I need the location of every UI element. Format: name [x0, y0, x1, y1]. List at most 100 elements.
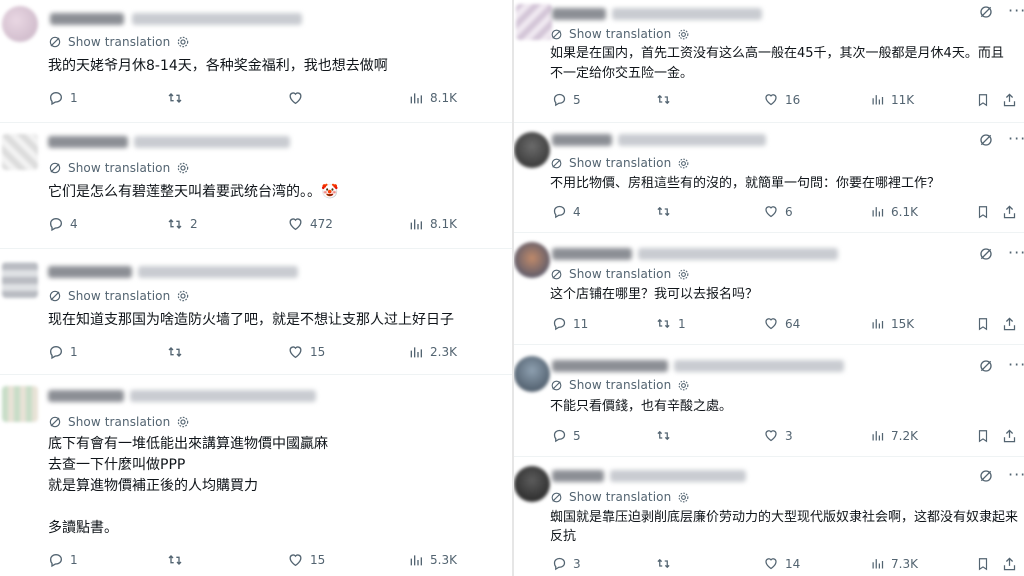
- views-button[interactable]: 7.3K: [870, 556, 918, 571]
- like-button[interactable]: [287, 90, 310, 106]
- reply-button[interactable]: 1: [48, 552, 78, 568]
- share-button[interactable]: [1002, 428, 1017, 444]
- show-translation-link[interactable]: Show translation: [550, 27, 690, 41]
- share-button[interactable]: [1002, 556, 1017, 572]
- like-button[interactable]: 64: [763, 316, 800, 331]
- user-name[interactable]: [552, 8, 606, 20]
- reply-post[interactable]: Show translation 底下有會有一堆低能出來講算進物價中國贏麻 去查…: [0, 374, 512, 576]
- reply-button[interactable]: 1: [48, 344, 78, 360]
- show-translation-link[interactable]: Show translation: [550, 267, 690, 281]
- repost-button[interactable]: [655, 556, 678, 571]
- user-name[interactable]: [552, 134, 612, 146]
- user-handle[interactable]: [134, 136, 290, 148]
- user-handle[interactable]: [610, 470, 746, 482]
- gear-icon[interactable]: [677, 379, 690, 392]
- user-handle[interactable]: [618, 134, 766, 146]
- user-avatar[interactable]: [2, 262, 38, 298]
- like-button[interactable]: 15: [287, 552, 325, 568]
- show-translation-link[interactable]: Show translation: [550, 490, 690, 504]
- user-name[interactable]: [48, 266, 132, 278]
- user-name[interactable]: [48, 136, 128, 148]
- user-handle[interactable]: [612, 8, 762, 20]
- bookmark-button[interactable]: [976, 428, 990, 444]
- share-button[interactable]: [1002, 204, 1017, 220]
- grok-icon[interactable]: [978, 468, 994, 484]
- user-handle[interactable]: [638, 248, 838, 260]
- bookmark-button[interactable]: [976, 316, 990, 332]
- user-name[interactable]: [552, 360, 668, 372]
- repost-button[interactable]: 2: [166, 216, 198, 232]
- share-button[interactable]: [1002, 92, 1017, 108]
- gear-icon[interactable]: [677, 268, 690, 281]
- repost-button[interactable]: 1: [655, 316, 686, 331]
- user-avatar[interactable]: [514, 356, 550, 392]
- gear-icon[interactable]: [176, 415, 190, 429]
- reply-post[interactable]: ··· Show translation 不用比物價、房租這些有的沒的，就簡單一…: [514, 122, 1024, 233]
- user-avatar[interactable]: [516, 4, 552, 40]
- bookmark-button[interactable]: [976, 204, 990, 220]
- more-options-icon[interactable]: ···: [1008, 3, 1024, 20]
- show-translation-link[interactable]: Show translation: [48, 289, 190, 303]
- views-button[interactable]: 2.3K: [408, 344, 457, 360]
- repost-button[interactable]: [655, 204, 678, 219]
- show-translation-link[interactable]: Show translation: [48, 35, 190, 49]
- like-button[interactable]: 16: [763, 92, 800, 107]
- share-button[interactable]: [1002, 316, 1017, 332]
- grok-icon[interactable]: [978, 246, 994, 262]
- user-name[interactable]: [48, 390, 124, 402]
- gear-icon[interactable]: [677, 157, 690, 170]
- show-translation-link[interactable]: Show translation: [550, 378, 690, 392]
- user-avatar[interactable]: [2, 134, 38, 170]
- reply-post[interactable]: ··· Show translation 不能只看價錢，也有辛酸之處。 5 3: [514, 344, 1024, 457]
- views-button[interactable]: 8.1K: [408, 90, 457, 106]
- repost-button[interactable]: [166, 90, 190, 106]
- user-handle[interactable]: [130, 390, 316, 402]
- reply-post[interactable]: Show translation 我的天姥爷月休8-14天，各种奖金福利，我也想…: [0, 0, 512, 123]
- show-translation-link[interactable]: Show translation: [48, 161, 190, 175]
- bookmark-button[interactable]: [976, 556, 990, 572]
- reply-post[interactable]: ··· Show translation 这个店铺在哪里？我可以去报名吗？ 11…: [514, 232, 1024, 345]
- reply-button[interactable]: 5: [552, 92, 581, 107]
- like-button[interactable]: 3: [763, 428, 793, 443]
- user-avatar[interactable]: [514, 466, 550, 502]
- grok-icon[interactable]: [978, 132, 994, 148]
- repost-button[interactable]: [166, 344, 190, 360]
- reply-post[interactable]: ··· Show translation 蜘国就是靠压迫剥削底层廉价劳动力的大型…: [514, 456, 1024, 576]
- more-options-icon[interactable]: ···: [1008, 357, 1024, 374]
- reply-button[interactable]: 4: [552, 204, 581, 219]
- user-avatar[interactable]: [514, 242, 550, 278]
- user-avatar[interactable]: [2, 6, 38, 42]
- bookmark-button[interactable]: [976, 92, 990, 108]
- like-button[interactable]: 14: [763, 556, 800, 571]
- show-translation-link[interactable]: Show translation: [550, 156, 690, 170]
- views-button[interactable]: 5.3K: [408, 552, 457, 568]
- user-name[interactable]: [552, 470, 604, 482]
- reply-button[interactable]: 3: [552, 556, 581, 571]
- reply-button[interactable]: 1: [48, 90, 78, 106]
- more-options-icon[interactable]: ···: [1008, 131, 1024, 148]
- views-button[interactable]: 7.2K: [870, 428, 918, 443]
- repost-button[interactable]: [655, 92, 678, 107]
- user-handle[interactable]: [138, 266, 298, 278]
- gear-icon[interactable]: [176, 35, 190, 49]
- views-button[interactable]: 6.1K: [870, 204, 918, 219]
- reply-post[interactable]: Show translation 现在知道支那国为啥造防火墙了吧，就是不想让支那…: [0, 248, 512, 375]
- gear-icon[interactable]: [176, 289, 190, 303]
- user-handle[interactable]: [674, 360, 844, 372]
- grok-icon[interactable]: [978, 4, 994, 20]
- reply-post[interactable]: Show translation 它们是怎么有碧莲整天叫着要武统台湾的。。🤡 4…: [0, 122, 512, 249]
- reply-button[interactable]: 4: [48, 216, 78, 232]
- like-button[interactable]: 6: [763, 204, 793, 219]
- gear-icon[interactable]: [176, 161, 190, 175]
- repost-button[interactable]: [166, 552, 190, 568]
- gear-icon[interactable]: [677, 28, 690, 41]
- views-button[interactable]: 15K: [870, 316, 914, 331]
- repost-button[interactable]: [655, 428, 678, 443]
- like-button[interactable]: 15: [287, 344, 325, 360]
- user-avatar[interactable]: [514, 132, 550, 168]
- like-button[interactable]: 472: [287, 216, 333, 232]
- views-button[interactable]: 11K: [870, 92, 914, 107]
- show-translation-link[interactable]: Show translation: [48, 415, 190, 429]
- user-name[interactable]: [50, 13, 124, 25]
- reply-button[interactable]: 11: [552, 316, 588, 331]
